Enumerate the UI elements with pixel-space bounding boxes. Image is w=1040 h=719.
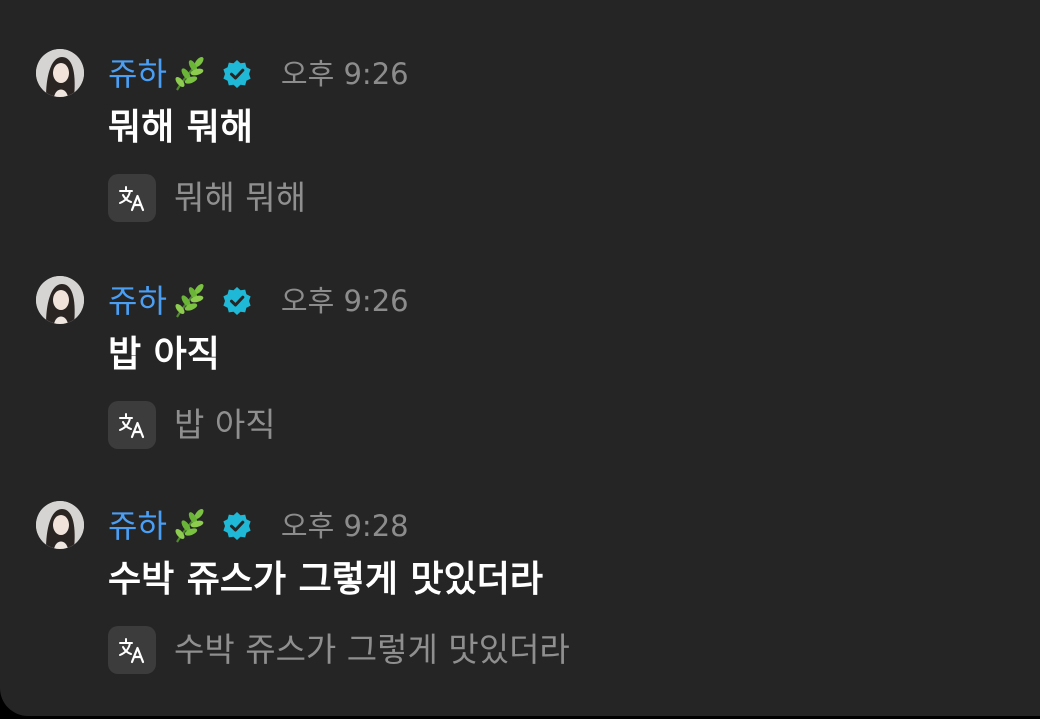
profile-photo-icon xyxy=(36,49,84,97)
herb-leaf-icon xyxy=(169,506,209,546)
message-header: 쥬하 오후 9:26 xyxy=(108,54,409,94)
translate-button[interactable] xyxy=(108,401,156,449)
translated-text: 밥 아직 xyxy=(174,405,276,444)
message-text: 수박 쥬스가 그렇게 맛있더라 xyxy=(108,559,544,600)
username[interactable]: 쥬하 xyxy=(108,506,167,546)
timestamp: 오후 9:26 xyxy=(280,57,409,91)
translate-icon xyxy=(119,638,145,664)
username[interactable]: 쥬하 xyxy=(108,281,167,321)
chat-message: 쥬하 오후 9:28 수박 쥬스가 그렇게 맛있더라 수박 쥬스가 그렇게 맛있… xyxy=(0,452,1040,674)
translate-icon xyxy=(119,186,145,212)
translate-icon xyxy=(119,413,145,439)
chat-message: 쥬하 오후 9:26 밥 아직 밥 아직 xyxy=(0,227,1040,449)
verified-badge-icon xyxy=(221,58,253,90)
message-text: 밥 아직 xyxy=(108,334,220,375)
translate-button[interactable] xyxy=(108,626,156,674)
message-header: 쥬하 오후 9:28 xyxy=(108,506,409,546)
herb-leaf-icon xyxy=(169,54,209,94)
avatar[interactable] xyxy=(36,49,84,97)
herb-leaf-icon xyxy=(169,281,209,321)
message-text: 뭐해 뭐해 xyxy=(108,107,254,148)
translate-button[interactable] xyxy=(108,174,156,222)
translated-text: 수박 쥬스가 그렇게 맛있더라 xyxy=(174,630,570,669)
verified-badge-icon xyxy=(221,285,253,317)
verified-badge-icon xyxy=(221,510,253,542)
avatar[interactable] xyxy=(36,501,84,549)
username[interactable]: 쥬하 xyxy=(108,54,167,94)
translated-text: 뭐해 뭐해 xyxy=(174,178,306,217)
avatar[interactable] xyxy=(36,276,84,324)
message-header: 쥬하 오후 9:26 xyxy=(108,281,409,321)
timestamp: 오후 9:26 xyxy=(280,284,409,318)
timestamp: 오후 9:28 xyxy=(280,509,409,543)
chat-panel: 쥬하 오후 9:26 뭐해 뭐해 뭐해 뭐해 쥬하 오후 9:26 밥 아직 밥… xyxy=(0,0,1040,716)
profile-photo-icon xyxy=(36,276,84,324)
chat-message: 쥬하 오후 9:26 뭐해 뭐해 뭐해 뭐해 xyxy=(0,0,1040,222)
profile-photo-icon xyxy=(36,501,84,549)
